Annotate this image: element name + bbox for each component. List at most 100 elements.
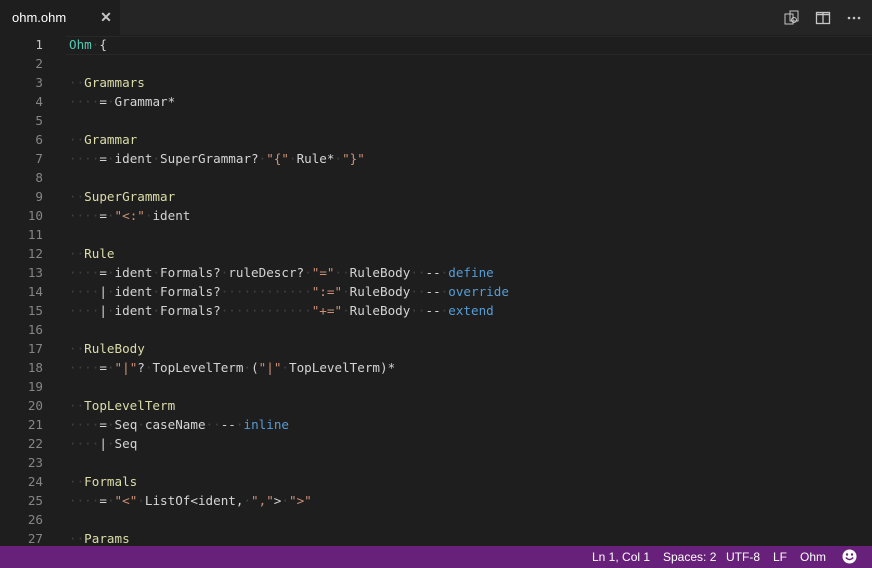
code-line[interactable]: 11 (0, 225, 872, 244)
code-text: ··Grammar (69, 130, 137, 149)
code-token: = (99, 417, 107, 432)
code-line[interactable]: 14 ····|·ident·Formals?············":="·R… (0, 282, 872, 301)
code-line[interactable]: 19 (0, 377, 872, 396)
code-token: ruleDescr? (228, 265, 305, 280)
code-token: -- (425, 284, 441, 299)
cursor-position[interactable]: Ln 1, Col 1 (592, 550, 650, 564)
indentation-status[interactable]: Spaces: 2 (663, 550, 716, 564)
encoding-status[interactable]: UTF-8 (726, 550, 760, 564)
code-line[interactable]: 7 ····=·ident·SuperGrammar?·"{"·Rule*·"}" (0, 149, 872, 168)
more-actions-icon[interactable] (845, 9, 863, 27)
whitespace-marker: ·· (69, 531, 85, 546)
line-number: 12 (27, 246, 43, 261)
code-token: Formals? (160, 284, 221, 299)
code-line[interactable]: 12 ··Rule (0, 244, 872, 263)
code-line[interactable]: 25 ····=·"<"·ListOf<ident,·",">·">" (0, 491, 872, 510)
code-token: "=" (311, 265, 335, 280)
code-text: ··Grammars (69, 73, 145, 92)
whitespace-marker: · (304, 265, 312, 280)
line-number: 13 (27, 265, 43, 280)
code-token: TopLevelTerm (152, 360, 244, 375)
code-token: = (99, 208, 107, 223)
code-line[interactable]: 16 (0, 320, 872, 339)
language-mode[interactable]: Ohm (800, 550, 826, 564)
code-text: ····=·ident·Formals?·ruleDescr?·"="··Rul… (69, 263, 494, 282)
code-token: "," (251, 493, 274, 508)
code-editor[interactable]: 1 Ohm·{2 3 ··Grammars 4 ····=·Grammar* 5 6 ··Gra… (0, 35, 872, 546)
close-icon[interactable]: ✕ (98, 9, 114, 25)
code-token: RuleBody (349, 303, 411, 318)
whitespace-marker: · (106, 436, 115, 451)
code-token: "}" (342, 151, 365, 166)
eol-status[interactable]: LF (773, 550, 787, 564)
code-line[interactable]: 13 ····=·ident·Formals?·ruleDescr?·"="··R… (0, 263, 872, 282)
editor-tab[interactable]: ohm.ohm ✕ (0, 0, 120, 35)
code-line[interactable]: 3 ··Grammars (0, 73, 872, 92)
code-token: RuleBody (84, 341, 145, 356)
code-token: ? (137, 360, 145, 375)
code-line[interactable]: 4 ····=·Grammar* (0, 92, 872, 111)
smiley-icon[interactable] (842, 549, 857, 564)
code-line[interactable]: 8 (0, 168, 872, 187)
code-line[interactable]: 6 ··Grammar (0, 130, 872, 149)
whitespace-marker: ············ (220, 303, 312, 318)
line-number: 15 (27, 303, 43, 318)
code-line[interactable]: 1 Ohm·{ (0, 35, 872, 54)
code-token: = (99, 360, 107, 375)
whitespace-marker: ···· (69, 265, 100, 280)
code-line[interactable]: 27 ··Params (0, 529, 872, 546)
whitespace-marker: · (152, 284, 161, 299)
whitespace-marker: · (106, 303, 115, 318)
code-text: ····=·ident·SuperGrammar?·"{"·Rule*·"}" (69, 149, 365, 168)
code-line[interactable]: 21 ····=·Seq·caseName··--·inline (0, 415, 872, 434)
code-line[interactable]: 23 (0, 453, 872, 472)
code-token: extend (448, 303, 494, 318)
whitespace-marker: · (342, 303, 350, 318)
code-token: ( (251, 360, 259, 375)
code-token: Formals? (160, 303, 221, 318)
whitespace-marker: ·· (205, 417, 221, 432)
tab-title[interactable]: ohm.ohm (12, 10, 66, 26)
code-line[interactable]: 2 (0, 54, 872, 73)
code-line[interactable]: 22 ····|·Seq (0, 434, 872, 453)
line-number: 6 (35, 132, 43, 147)
code-text: ··Params (69, 529, 130, 546)
open-changes-icon[interactable] (783, 9, 801, 27)
whitespace-marker: · (152, 303, 161, 318)
code-line[interactable]: 15 ····|·ident·Formals?············"+="·R… (0, 301, 872, 320)
code-line[interactable]: 20 ··TopLevelTerm (0, 396, 872, 415)
code-line[interactable]: 10 ····=·"<:"·ident (0, 206, 872, 225)
code-text: ····|·ident·Formals?············":="·Rul… (69, 282, 509, 301)
code-token: -- (220, 417, 236, 432)
whitespace-marker: · (243, 493, 252, 508)
code-token: | (99, 436, 107, 451)
code-token: { (99, 37, 107, 52)
line-number: 18 (27, 360, 43, 375)
code-token: caseName (144, 417, 206, 432)
code-line[interactable]: 9 ··SuperGrammar (0, 187, 872, 206)
line-number: 14 (27, 284, 43, 299)
whitespace-marker: ···· (69, 94, 100, 109)
whitespace-marker: · (281, 360, 289, 375)
code-token: SuperGrammar? (160, 151, 259, 166)
line-number: 9 (35, 189, 43, 204)
code-token: SuperGrammar (84, 189, 176, 204)
line-number: 10 (27, 208, 43, 223)
whitespace-marker: · (137, 417, 145, 432)
line-number: 26 (27, 512, 43, 527)
whitespace-marker: ···· (69, 151, 100, 166)
code-line[interactable]: 26 (0, 510, 872, 529)
code-line[interactable]: 18 ····=·"|"?·TopLevelTerm·("|"·TopLevelT… (0, 358, 872, 377)
line-number: 19 (27, 379, 43, 394)
code-line[interactable]: 17 ··RuleBody (0, 339, 872, 358)
code-line[interactable]: 5 (0, 111, 872, 130)
whitespace-marker: · (334, 151, 343, 166)
code-text: ····=·"|"?·TopLevelTerm·("|"·TopLevelTer… (69, 358, 395, 377)
split-editor-icon[interactable] (814, 9, 832, 27)
code-token: Seq (114, 417, 138, 432)
code-token: -- (425, 265, 441, 280)
whitespace-marker: · (106, 208, 115, 223)
code-token: = (99, 151, 107, 166)
code-line[interactable]: 24 ··Formals (0, 472, 872, 491)
whitespace-marker: ···· (69, 303, 100, 318)
